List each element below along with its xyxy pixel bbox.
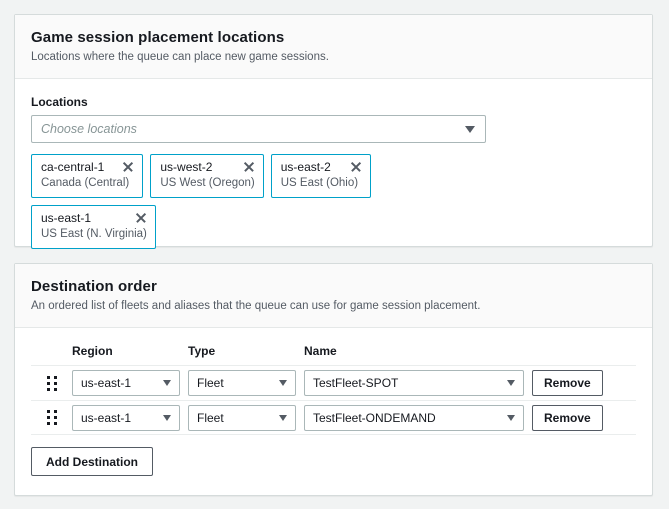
destination-type-cell: Fleet — [188, 370, 304, 396]
region-select-value: us-east-1 — [73, 376, 163, 390]
destination-row: us-east-1 Fleet TestFleet-ONDEMAND — [31, 400, 636, 435]
type-select-value: Fleet — [189, 376, 279, 390]
remove-destination-button[interactable]: Remove — [532, 405, 603, 431]
destination-panel-title: Destination order — [31, 278, 636, 296]
locations-panel-subtitle: Locations where the queue can place new … — [31, 50, 636, 65]
name-select-value: TestFleet-SPOT — [305, 376, 507, 390]
destination-type-cell: Fleet — [188, 405, 304, 431]
location-token[interactable]: us-west-2 US West (Oregon) — [150, 154, 263, 198]
destination-action-cell: Remove — [532, 405, 618, 431]
locations-panel: Game session placement locations Locatio… — [14, 14, 653, 247]
destination-row: us-east-1 Fleet TestFleet-SPOT — [31, 365, 636, 400]
name-select[interactable]: TestFleet-SPOT — [304, 370, 524, 396]
region-select[interactable]: us-east-1 — [72, 370, 180, 396]
close-icon[interactable] — [135, 212, 147, 224]
type-select[interactable]: Fleet — [188, 370, 296, 396]
chevron-down-icon — [465, 126, 475, 133]
location-token[interactable]: ca-central-1 Canada (Central) — [31, 154, 143, 198]
destination-panel-subtitle: An ordered list of fleets and aliases th… — [31, 299, 636, 314]
destination-action-cell: Remove — [532, 370, 618, 396]
locations-field-label: Locations — [31, 95, 636, 109]
column-header-type: Type — [188, 344, 304, 358]
chevron-down-icon — [279, 380, 287, 386]
location-token-code: us-east-1 — [41, 211, 91, 226]
type-select[interactable]: Fleet — [188, 405, 296, 431]
column-header-region: Region — [72, 344, 188, 358]
region-select[interactable]: us-east-1 — [72, 405, 180, 431]
selected-locations-list: ca-central-1 Canada (Central) us-west-2 … — [31, 154, 636, 249]
token-row: us-east-1 US East (N. Virginia) — [31, 205, 636, 249]
name-select[interactable]: TestFleet-ONDEMAND — [304, 405, 524, 431]
close-icon[interactable] — [350, 161, 362, 173]
chevron-down-icon — [163, 380, 171, 386]
locations-select-placeholder: Choose locations — [32, 122, 465, 136]
add-destination-button[interactable]: Add Destination — [31, 447, 153, 476]
location-token-description: US East (Ohio) — [281, 176, 362, 191]
destination-panel-body: Region Type Name us-east-1 — [15, 328, 652, 492]
location-token-description: US West (Oregon) — [160, 176, 254, 191]
chevron-down-icon — [279, 415, 287, 421]
location-token-description: Canada (Central) — [41, 176, 134, 191]
destination-panel-header: Destination order An ordered list of fle… — [15, 264, 652, 328]
close-icon[interactable] — [122, 161, 134, 173]
destination-name-cell: TestFleet-ONDEMAND — [304, 405, 532, 431]
locations-panel-header: Game session placement locations Locatio… — [15, 15, 652, 79]
destination-table-header: Region Type Name — [31, 344, 636, 365]
page-root: Game session placement locations Locatio… — [0, 0, 669, 509]
chevron-down-icon — [163, 415, 171, 421]
locations-panel-body: Locations Choose locations ca-central-1 … — [15, 79, 652, 272]
location-token-code: us-east-2 — [281, 160, 331, 175]
destination-name-cell: TestFleet-SPOT — [304, 370, 532, 396]
location-token[interactable]: us-east-2 US East (Ohio) — [271, 154, 371, 198]
locations-multiselect[interactable]: Choose locations — [31, 115, 486, 143]
location-token-code: us-west-2 — [160, 160, 212, 175]
locations-panel-title: Game session placement locations — [31, 29, 636, 47]
name-select-value: TestFleet-ONDEMAND — [305, 411, 507, 425]
location-token-description: US East (N. Virginia) — [41, 227, 147, 242]
destination-region-cell: us-east-1 — [72, 370, 188, 396]
destination-region-cell: us-east-1 — [72, 405, 188, 431]
drag-handle-icon[interactable] — [31, 410, 72, 425]
region-select-value: us-east-1 — [73, 411, 163, 425]
type-select-value: Fleet — [189, 411, 279, 425]
chevron-down-icon — [507, 380, 515, 386]
destination-order-panel: Destination order An ordered list of fle… — [14, 263, 653, 496]
location-token[interactable]: us-east-1 US East (N. Virginia) — [31, 205, 156, 249]
close-icon[interactable] — [243, 161, 255, 173]
token-row: ca-central-1 Canada (Central) us-west-2 … — [31, 154, 636, 198]
chevron-down-icon — [507, 415, 515, 421]
drag-handle-icon[interactable] — [31, 376, 72, 391]
location-token-code: ca-central-1 — [41, 160, 104, 175]
remove-destination-button[interactable]: Remove — [532, 370, 603, 396]
column-header-name: Name — [304, 344, 532, 358]
